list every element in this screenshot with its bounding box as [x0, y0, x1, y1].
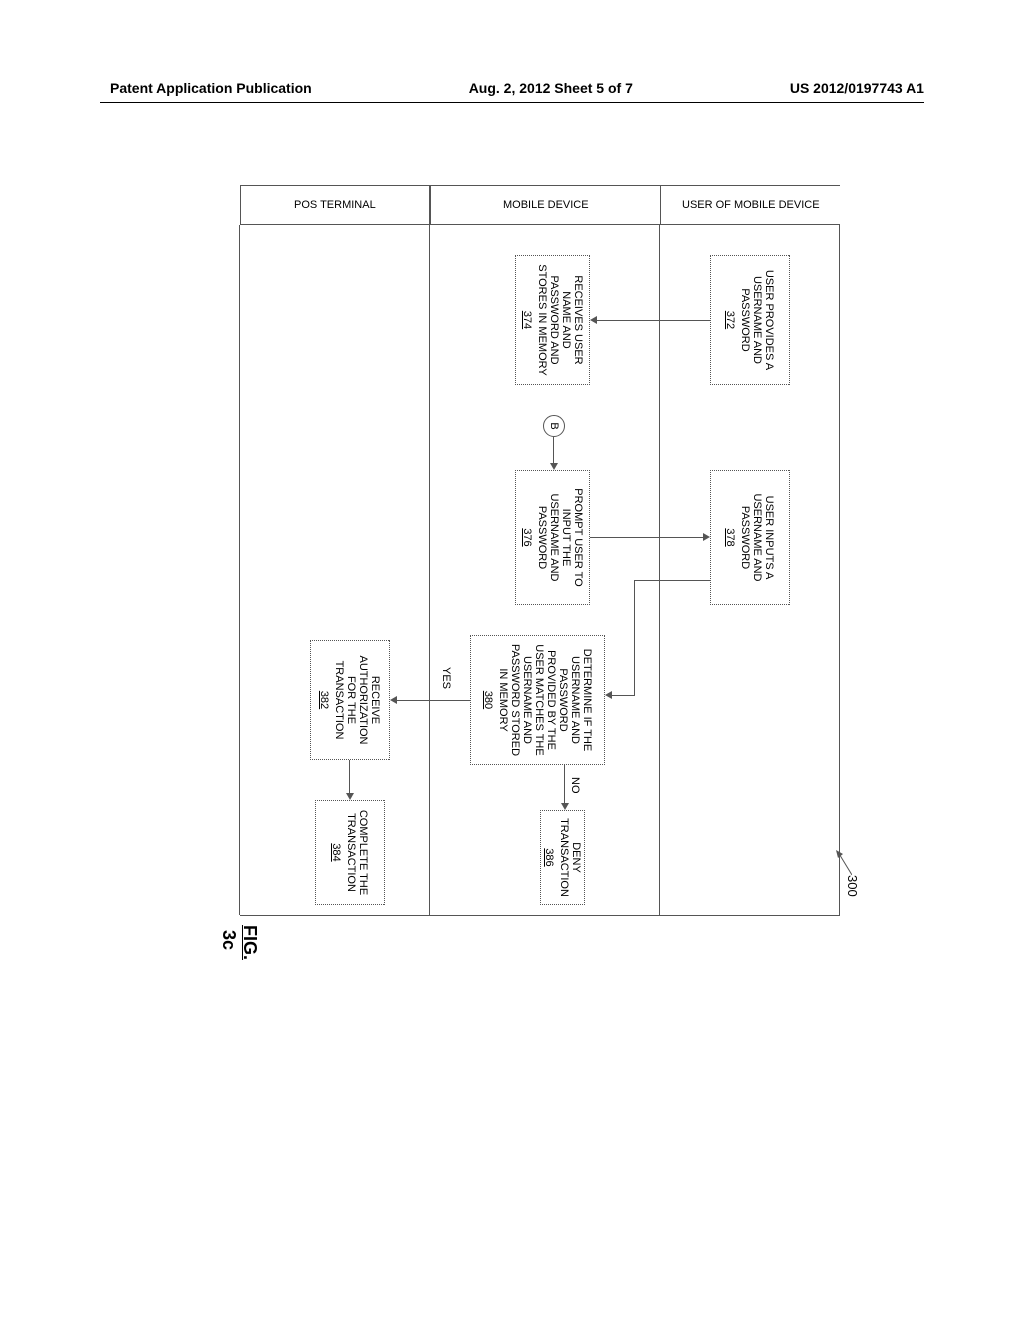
header-rule	[100, 102, 924, 103]
box-372: USER PROVIDES A USERNAME AND PASSWORD 37…	[710, 255, 790, 385]
box-376-text: PROMPT USER TO INPUT THE USERNAME AND PA…	[536, 477, 584, 598]
arrow-380-382	[395, 700, 470, 701]
arrow-380-386	[564, 765, 565, 805]
box-374-text: RECEIVES USER NAME AND PASSWORD AND STOR…	[536, 262, 584, 378]
box-384-ref: 384	[331, 843, 343, 861]
header-right: US 2012/0197743 A1	[790, 80, 924, 96]
box-380-text: DETERMINE IF THE USERNAME AND PASSWORD P…	[497, 642, 593, 758]
box-376-ref: 376	[521, 528, 533, 546]
lane-pos: POS TERMINAL	[240, 185, 430, 225]
box-378: USER INPUTS A USERNAME AND PASSWORD 378	[710, 470, 790, 605]
rule1	[659, 225, 660, 915]
box-382-ref: 382	[319, 691, 331, 709]
lane-mobile: MOBILE DEVICE	[430, 185, 660, 225]
arrow-378-down	[635, 580, 710, 581]
header-left: Patent Application Publication	[110, 80, 312, 96]
rule-right	[240, 915, 840, 916]
header-center: Aug. 2, 2012 Sheet 5 of 7	[469, 80, 633, 96]
rule3	[239, 225, 240, 915]
box-374: RECEIVES USER NAME AND PASSWORD AND STOR…	[515, 255, 590, 385]
arrow-378-380b	[608, 695, 635, 696]
box-386: DENY TRANSACTION 386	[540, 810, 585, 905]
box-372-ref: 372	[725, 311, 737, 329]
arrow-376-378	[590, 537, 705, 538]
fig-num: 3c	[219, 930, 239, 950]
arrowhead-b-376	[550, 463, 558, 470]
ref-300: 300	[845, 875, 860, 897]
connector-b: B	[543, 415, 565, 437]
box-382: RECEIVE AUTHORIZATION FOR THE TRANSACTIO…	[310, 640, 390, 760]
box-372-text: USER PROVIDES A USERNAME AND PASSWORD	[740, 262, 776, 378]
box-376: PROMPT USER TO INPUT THE USERNAME AND PA…	[515, 470, 590, 605]
arrow-382-384	[349, 760, 350, 795]
arrowhead-376-378	[703, 533, 710, 541]
box-378-text: USER INPUTS A USERNAME AND PASSWORD	[740, 477, 776, 598]
figure: USER OF MOBILE DEVICE MOBILE DEVICE POS …	[220, 185, 840, 915]
lane-user: USER OF MOBILE DEVICE	[660, 185, 840, 225]
box-382-text: RECEIVE AUTHORIZATION FOR THE TRANSACTIO…	[334, 647, 382, 753]
page-header: Patent Application Publication Aug. 2, 2…	[0, 80, 1024, 96]
fig-prefix: FIG.	[240, 925, 260, 960]
arrow-b-376	[553, 437, 554, 465]
label-no: NO	[569, 775, 581, 796]
arrow-372-374	[595, 320, 710, 321]
swimlanes: USER OF MOBILE DEVICE MOBILE DEVICE POS …	[240, 185, 840, 225]
box-384: COMPLETE THE TRANSACTION 384	[315, 800, 385, 905]
arrowhead-382-384	[346, 793, 354, 800]
label-yes: YES	[440, 665, 452, 691]
box-374-ref: 374	[521, 311, 533, 329]
arrowhead-378-380b	[605, 691, 612, 699]
box-380-ref: 380	[482, 691, 494, 709]
box-380: DETERMINE IF THE USERNAME AND PASSWORD P…	[470, 635, 605, 765]
box-386-ref: 386	[543, 848, 555, 866]
rule-top	[839, 225, 840, 915]
arrowhead-372-374	[590, 316, 597, 324]
rule2	[429, 225, 430, 915]
arrowhead-380-382	[390, 696, 397, 704]
box-386-text: DENY TRANSACTION	[558, 817, 582, 898]
arrowhead-380-386	[561, 803, 569, 810]
box-384-text: COMPLETE THE TRANSACTION	[346, 807, 370, 898]
box-378-ref: 378	[725, 528, 737, 546]
arrow-378-380a	[634, 580, 635, 695]
figure-caption: FIG. 3c	[218, 925, 260, 960]
